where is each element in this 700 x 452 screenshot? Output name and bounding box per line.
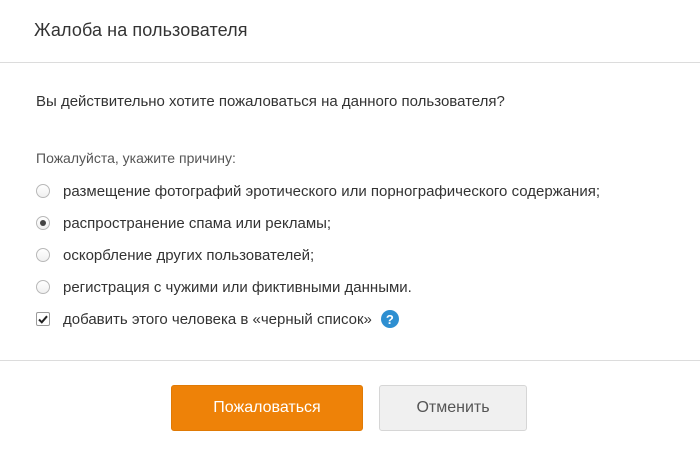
blacklist-label: добавить этого человека в «черный список… bbox=[63, 310, 372, 328]
reason-option-label: размещение фотографий эротического или п… bbox=[63, 182, 601, 200]
dialog-footer: Пожаловаться Отменить bbox=[0, 360, 700, 452]
dialog-header: Жалоба на пользователя bbox=[0, 0, 700, 63]
radio-button[interactable] bbox=[36, 248, 50, 262]
reason-option-label: оскорбление других пользователей; bbox=[63, 246, 315, 264]
reason-prompt: Пожалуйста, укажите причину: bbox=[36, 150, 236, 166]
radio-button[interactable] bbox=[36, 280, 50, 294]
reason-option-spam[interactable]: распространение спама или рекламы; bbox=[36, 207, 700, 239]
radio-button-selected[interactable] bbox=[36, 216, 50, 230]
radio-button[interactable] bbox=[36, 184, 50, 198]
reason-option-fake-registration[interactable]: регистрация с чужими или фиктивными данн… bbox=[36, 271, 700, 303]
blacklist-checkbox[interactable] bbox=[36, 312, 50, 326]
cancel-button[interactable]: Отменить bbox=[379, 385, 527, 431]
report-button[interactable]: Пожаловаться bbox=[171, 385, 363, 431]
reason-option-explicit-photos[interactable]: размещение фотографий эротического или п… bbox=[36, 175, 700, 207]
reason-option-insults[interactable]: оскорбление других пользователей; bbox=[36, 239, 700, 271]
reason-option-label: распространение спама или рекламы; bbox=[63, 214, 332, 232]
reason-option-label: регистрация с чужими или фиктивными данн… bbox=[63, 278, 412, 296]
confirmation-question: Вы действительно хотите пожаловаться на … bbox=[36, 93, 505, 110]
dialog-title: Жалоба на пользователя bbox=[34, 20, 248, 40]
blacklist-option[interactable]: добавить этого человека в «черный список… bbox=[36, 303, 700, 335]
report-user-dialog: Жалоба на пользователя Вы действительно … bbox=[0, 0, 700, 452]
checkmark-icon bbox=[38, 315, 48, 324]
dialog-body: Вы действительно хотите пожаловаться на … bbox=[0, 63, 700, 335]
help-icon[interactable]: ? bbox=[380, 310, 399, 328]
